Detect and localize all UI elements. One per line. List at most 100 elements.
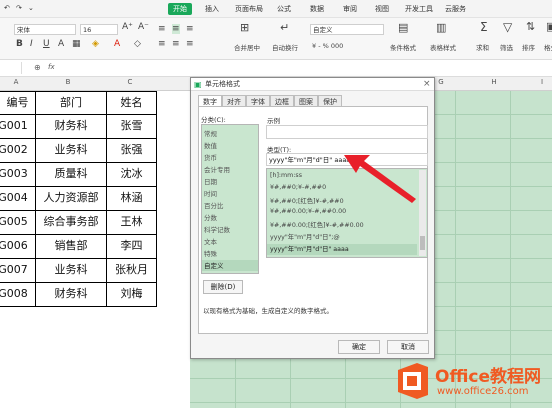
- category-item[interactable]: 日期: [204, 176, 217, 186]
- undo-icon[interactable]: ↶: [4, 4, 10, 12]
- table-cell[interactable]: 财务科: [36, 115, 107, 139]
- filter-icon[interactable]: ▽: [503, 20, 512, 34]
- table-cell[interactable]: KG006: [0, 235, 36, 259]
- table-cell[interactable]: 刘梅: [107, 283, 157, 307]
- table-cell[interactable]: 人力资源部: [36, 187, 107, 211]
- table-style-icon[interactable]: ▥: [436, 21, 446, 34]
- tab-developer[interactable]: 开发工具: [405, 4, 433, 14]
- category-item[interactable]: 货币: [204, 152, 217, 162]
- type-item[interactable]: ¥#,##0.00;[红色]¥-#,##0.00: [270, 220, 364, 229]
- sum-icon[interactable]: Σ: [480, 20, 488, 34]
- table-cell[interactable]: 编号: [0, 91, 36, 115]
- align-left-icon[interactable]: ≡: [158, 39, 166, 49]
- table-cell[interactable]: 销售部: [36, 235, 107, 259]
- category-item[interactable]: 会计专用: [204, 164, 230, 174]
- more-icon[interactable]: ⌄: [28, 4, 34, 12]
- category-item[interactable]: 科学记数: [204, 224, 230, 234]
- column-header[interactable]: G: [435, 78, 447, 86]
- table-cell[interactable]: KG001: [0, 115, 36, 139]
- type-item[interactable]: ¥#,##0.00;¥-#,##0.00: [270, 208, 346, 215]
- type-item-selected[interactable]: yyyy"年"m"月"d"日" aaaa: [267, 244, 417, 255]
- column-header[interactable]: A: [10, 78, 22, 86]
- tab-page-layout[interactable]: 页面布局: [235, 4, 263, 14]
- number-format-select[interactable]: 自定义: [310, 24, 384, 35]
- category-item[interactable]: 文本: [204, 236, 217, 246]
- format-icon[interactable]: ▣: [546, 20, 552, 33]
- tab-formula[interactable]: 公式: [277, 4, 291, 14]
- table-cell[interactable]: 质量科: [36, 163, 107, 187]
- ok-button[interactable]: 确定: [338, 340, 380, 354]
- italic-icon[interactable]: I: [30, 39, 33, 49]
- table-cell[interactable]: 张雪: [107, 115, 157, 139]
- category-list[interactable]: 常规 数值 货币 会计专用 日期 时间 百分比 分数 科学记数 文本 特殊 自定…: [201, 124, 259, 274]
- merge-center-icon[interactable]: ⊞: [240, 21, 249, 34]
- wrap-text-label[interactable]: 自动换行: [272, 42, 298, 52]
- align-center-icon[interactable]: ≡: [172, 39, 180, 49]
- font-grow-icon[interactable]: A⁺: [122, 22, 133, 32]
- table-cell[interactable]: 财务科: [36, 283, 107, 307]
- category-item[interactable]: 特殊: [204, 248, 217, 258]
- table-cell[interactable]: 业务科: [36, 139, 107, 163]
- redo-icon[interactable]: ↷: [16, 4, 22, 12]
- align-bottom-icon[interactable]: ≡: [186, 24, 194, 34]
- table-style-label[interactable]: 表格样式: [430, 42, 456, 52]
- category-item[interactable]: 时间: [204, 188, 217, 198]
- category-item[interactable]: 数值: [204, 140, 217, 150]
- font-shrink-icon[interactable]: A⁻: [138, 22, 149, 32]
- tab-view[interactable]: 视图: [375, 4, 389, 14]
- conditional-format-label[interactable]: 条件格式: [390, 42, 416, 52]
- conditional-format-icon[interactable]: ▤: [398, 21, 408, 34]
- cancel-button[interactable]: 取消: [387, 340, 429, 354]
- fx-label[interactable]: fx: [48, 63, 55, 71]
- table-cell[interactable]: 业务科: [36, 259, 107, 283]
- table-cell[interactable]: 王林: [107, 211, 157, 235]
- merge-center-label[interactable]: 合并居中: [234, 42, 260, 52]
- font-size-select[interactable]: 16: [80, 24, 118, 35]
- formula-input[interactable]: [60, 62, 550, 74]
- table-cell[interactable]: KG003: [0, 163, 36, 187]
- tab-data[interactable]: 数据: [310, 4, 324, 14]
- type-item[interactable]: [h]:mm:ss: [270, 172, 302, 179]
- filter-label[interactable]: 筛选: [500, 42, 513, 52]
- column-header[interactable]: I: [536, 78, 548, 86]
- table-cell[interactable]: KG002: [0, 139, 36, 163]
- type-list-scrollbar[interactable]: [419, 170, 426, 256]
- column-header[interactable]: B: [56, 78, 80, 86]
- delete-button[interactable]: 删除(D): [203, 280, 243, 294]
- strikethrough-icon[interactable]: A: [58, 39, 64, 49]
- scrollbar-thumb[interactable]: [420, 236, 425, 250]
- sum-label[interactable]: 求和: [476, 42, 489, 52]
- dialog-title[interactable]: 单元格格式: [191, 78, 434, 91]
- wrap-text-icon[interactable]: ↵: [280, 21, 289, 34]
- type-item[interactable]: ¥#,##0;¥-#,##0: [270, 184, 326, 191]
- table-cell[interactable]: 林涵: [107, 187, 157, 211]
- table-cell[interactable]: 部门: [36, 91, 107, 115]
- tab-review[interactable]: 审阅: [343, 4, 357, 14]
- font-color-icon[interactable]: A: [114, 39, 120, 49]
- format-label[interactable]: 格式: [544, 42, 552, 52]
- align-middle-icon[interactable]: ≡: [172, 24, 180, 34]
- table-cell[interactable]: 张秋月: [107, 259, 157, 283]
- sort-icon[interactable]: ⇅: [526, 20, 535, 33]
- underline-icon[interactable]: U: [43, 39, 50, 49]
- border-icon[interactable]: ▦: [72, 39, 81, 49]
- tab-start[interactable]: 开始: [168, 3, 192, 15]
- align-top-icon[interactable]: ≡: [158, 24, 166, 34]
- type-item[interactable]: yyyy"年"m"月"d"日";@: [270, 232, 340, 241]
- close-icon[interactable]: ×: [423, 79, 431, 89]
- align-right-icon[interactable]: ≡: [186, 39, 194, 49]
- clear-format-icon[interactable]: ◇: [134, 39, 141, 49]
- category-item[interactable]: 常规: [204, 128, 217, 138]
- table-cell[interactable]: 综合事务部: [36, 211, 107, 235]
- category-item[interactable]: 分数: [204, 212, 217, 222]
- category-item-selected[interactable]: 自定义: [202, 260, 258, 271]
- tab-insert[interactable]: 插入: [205, 4, 219, 14]
- table-cell[interactable]: 沈冰: [107, 163, 157, 187]
- tab-cloud[interactable]: 云服务: [445, 4, 466, 14]
- table-cell[interactable]: KG008: [0, 283, 36, 307]
- table-cell[interactable]: 张强: [107, 139, 157, 163]
- fill-color-icon[interactable]: ◈: [92, 39, 99, 49]
- table-cell[interactable]: KG005: [0, 211, 36, 235]
- column-header[interactable]: H: [488, 78, 500, 86]
- font-name-select[interactable]: 宋体: [14, 24, 76, 35]
